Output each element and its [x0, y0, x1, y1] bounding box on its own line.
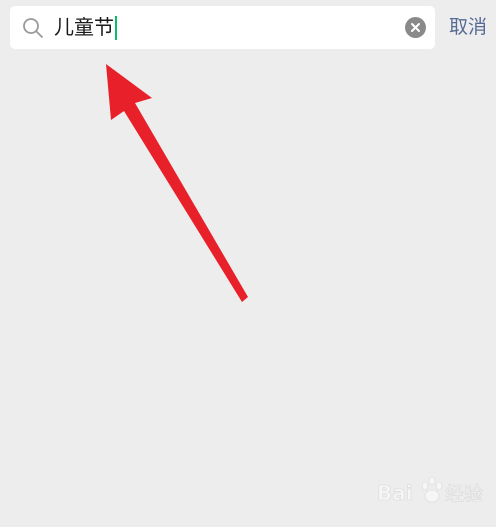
cancel-button[interactable]: 取消 [449, 6, 487, 49]
baidu-jingyan-watermark: Bai 经验 [377, 476, 483, 505]
search-bar[interactable]: 儿童节 [10, 6, 435, 49]
search-input[interactable]: 儿童节 [54, 6, 394, 49]
svg-text:Bai: Bai [377, 481, 413, 505]
clear-icon[interactable] [405, 17, 426, 38]
text-caret [115, 15, 117, 40]
svg-text:经验: 经验 [445, 483, 483, 505]
search-input-text: 儿童节 [54, 15, 114, 39]
search-icon [23, 18, 43, 38]
annotation-arrow-icon [106, 64, 248, 302]
